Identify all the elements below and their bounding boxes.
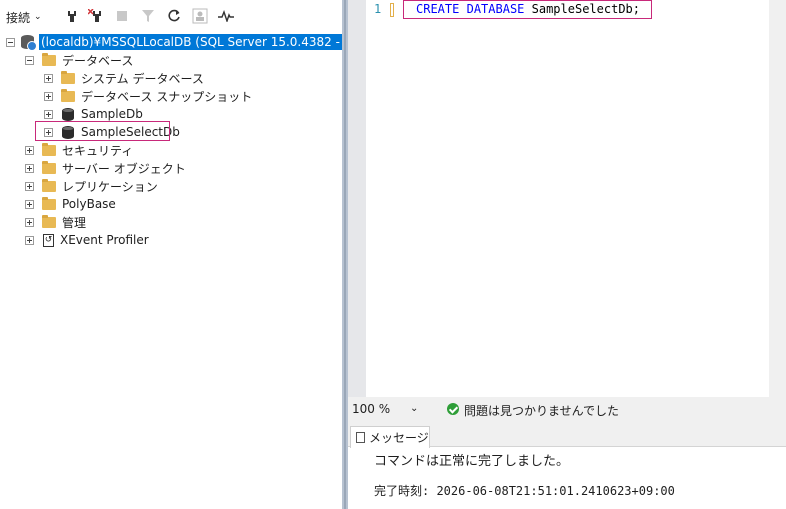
result-message: コマンドは正常に完了しました。 xyxy=(374,454,570,469)
expand-icon[interactable] xyxy=(25,217,34,227)
tree-node-system-databases[interactable]: システム データベース xyxy=(44,69,204,87)
status-text: 問題は見つかりませんでした xyxy=(464,404,620,418)
filter-icon[interactable] xyxy=(140,8,156,24)
tree-node-label: システム データベース xyxy=(81,71,204,86)
activity-monitor-icon[interactable] xyxy=(192,8,208,24)
highlight-box xyxy=(35,121,170,141)
folder-icon xyxy=(61,70,75,84)
tree-node-label: PolyBase xyxy=(62,197,116,211)
xevent-icon: ↺ xyxy=(43,233,54,247)
zoom-value: 100 % xyxy=(352,402,391,416)
stop-icon[interactable] xyxy=(114,8,130,24)
pulse-icon[interactable] xyxy=(218,8,234,24)
folder-icon xyxy=(42,214,56,228)
folder-icon xyxy=(42,160,56,174)
expand-icon[interactable] xyxy=(25,199,34,209)
vertical-scrollbar[interactable] xyxy=(769,0,786,397)
expand-icon[interactable] xyxy=(44,109,53,119)
connect-button[interactable]: 接続 ⌄ xyxy=(6,8,42,26)
refresh-icon[interactable] xyxy=(166,8,182,24)
splitter-grip xyxy=(344,0,346,509)
expand-icon[interactable] xyxy=(44,73,53,83)
chevron-down-icon: ⌄ xyxy=(34,12,42,22)
tree-node-server[interactable]: (localdb)¥MSSQLLocalDB (SQL Server 15.0.… xyxy=(6,33,342,51)
tree-node-label: セキュリティ xyxy=(62,143,134,158)
folder-icon xyxy=(42,178,56,192)
editor-gutter xyxy=(348,0,366,397)
editor-statusbar: 100 % ⌄ 問題は見つかりませんでした xyxy=(348,397,786,422)
tree-node-replication[interactable]: レプリケーション xyxy=(25,177,158,195)
expand-icon[interactable] xyxy=(25,145,34,155)
connect-label: 接続 xyxy=(6,10,31,25)
code-highlight-box xyxy=(403,0,652,19)
tree-node-label: データベース スナップショット xyxy=(81,89,253,104)
tab-label: メッセージ xyxy=(369,431,429,445)
line-number: 1 xyxy=(374,2,382,16)
server-icon xyxy=(21,35,37,51)
tree-node-polybase[interactable]: PolyBase xyxy=(25,195,116,213)
completion-time: 完了時刻: 2026-06-08T21:51:01.2410623+09:00 xyxy=(374,484,675,498)
results-tabbar: メッセージ xyxy=(348,422,786,448)
folder-icon xyxy=(42,52,56,66)
zoom-dropdown[interactable]: 100 % ⌄ xyxy=(352,400,422,418)
disconnect-icon[interactable] xyxy=(88,8,104,24)
expand-icon[interactable] xyxy=(25,181,34,191)
tree-node-label: XEvent Profiler xyxy=(60,233,149,247)
expand-icon[interactable] xyxy=(44,91,53,101)
expand-icon[interactable] xyxy=(25,235,34,245)
message-document-icon xyxy=(356,432,365,443)
check-circle-icon xyxy=(447,403,459,415)
collapse-icon[interactable] xyxy=(6,37,15,47)
tab-messages[interactable]: メッセージ xyxy=(350,426,430,448)
tree-node-database-snapshots[interactable]: データベース スナップショット xyxy=(44,87,252,105)
database-icon xyxy=(62,107,74,121)
change-marker xyxy=(390,3,394,17)
folder-icon xyxy=(42,142,56,156)
tree-node-label: サーバー オブジェクト xyxy=(62,161,186,176)
collapse-icon[interactable] xyxy=(25,55,34,65)
tree-node-security[interactable]: セキュリティ xyxy=(25,141,133,159)
tree-node-management[interactable]: 管理 xyxy=(25,213,86,231)
object-explorer-toolbar: 接続 ⌄ xyxy=(0,0,342,30)
connect-plug-icon[interactable] xyxy=(64,8,80,24)
query-editor[interactable]: 1 CREATE DATABASE SampleSelectDb; xyxy=(348,0,786,397)
tree-node-label: SampleDb xyxy=(81,107,143,121)
folder-icon xyxy=(42,196,56,210)
object-explorer: 接続 ⌄ (localdb)¥MSSQLLocalDB (SQL Server … xyxy=(0,0,342,509)
tree-node-label: レプリケーション xyxy=(62,179,158,194)
chevron-down-icon: ⌄ xyxy=(410,403,419,414)
tree-node-server-objects[interactable]: サーバー オブジェクト xyxy=(25,159,186,177)
expand-icon[interactable] xyxy=(25,163,34,173)
folder-icon xyxy=(61,88,75,102)
tree-node-label: (localdb)¥MSSQLLocalDB (SQL Server 15.0.… xyxy=(39,34,342,50)
results-pane: メッセージ コマンドは正常に完了しました。 完了時刻: 2026-06-08T2… xyxy=(348,422,786,509)
tree-node-xevent-profiler[interactable]: ↺ XEvent Profiler xyxy=(25,231,149,249)
tree-node-databases[interactable]: データベース xyxy=(25,51,133,69)
tree-node-label: 管理 xyxy=(62,215,87,230)
tree-node-label: データベース xyxy=(62,53,134,68)
